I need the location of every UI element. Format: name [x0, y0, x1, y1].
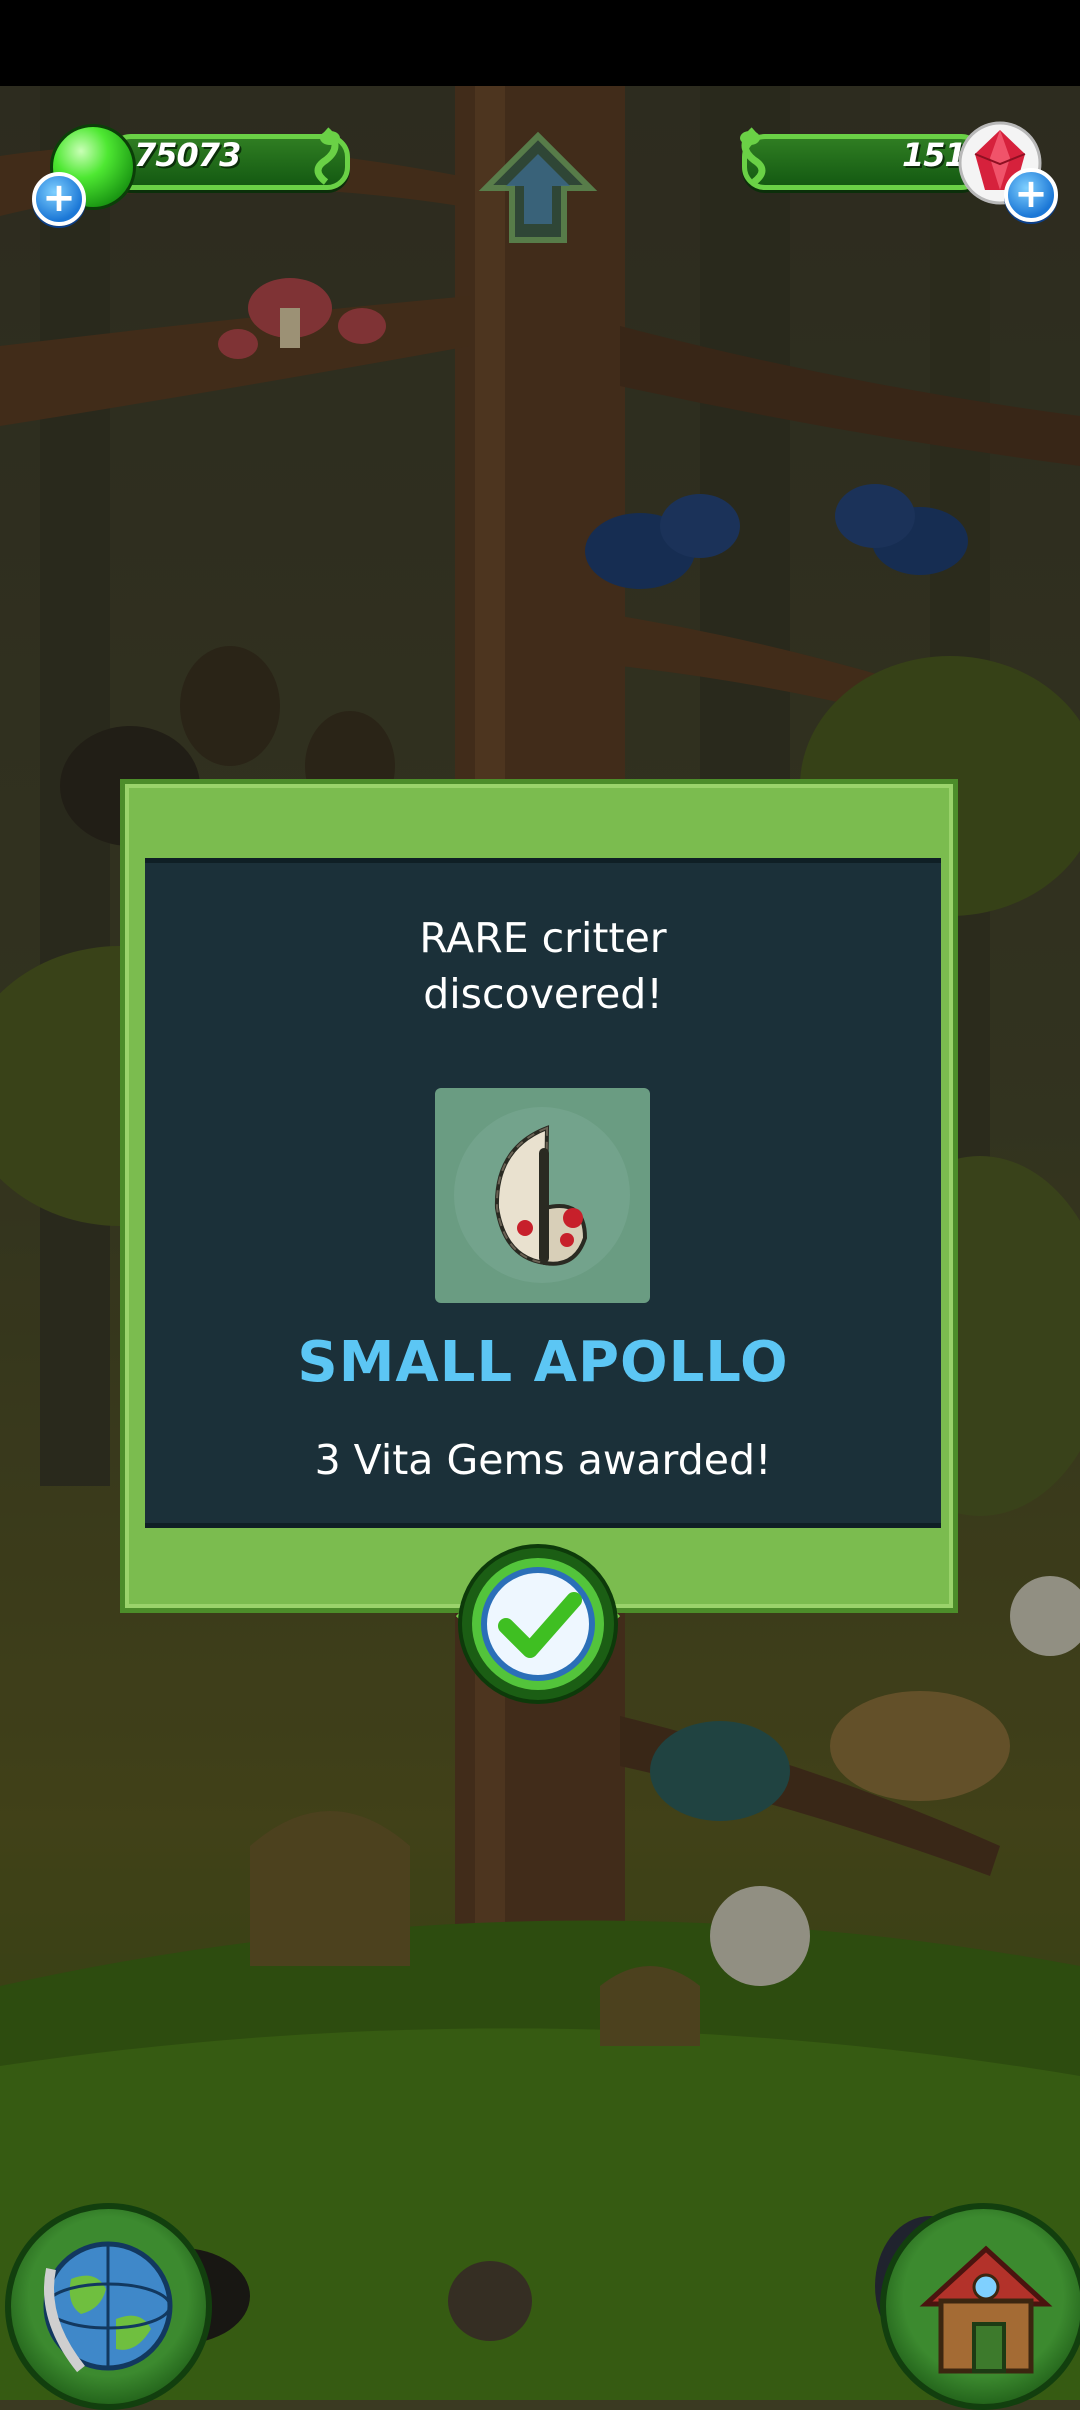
plus-icon: + — [42, 175, 76, 221]
critter-name: SMALL APOLLO — [297, 1330, 789, 1395]
jelly-count: 75073 — [134, 136, 241, 174]
vine-icon — [314, 127, 340, 185]
add-jelly-button[interactable]: + — [32, 172, 86, 226]
home-button[interactable] — [880, 2203, 1080, 2410]
globe-icon — [43, 2241, 173, 2373]
confirm-button[interactable] — [448, 1534, 628, 1714]
home-arrow-icon[interactable] — [478, 128, 598, 248]
plus-icon: + — [1014, 171, 1048, 217]
map-button[interactable] — [5, 2203, 212, 2410]
house-icon — [919, 2245, 1053, 2374]
small-apollo-butterfly-icon — [454, 1107, 630, 1283]
critter-card — [435, 1088, 650, 1303]
dialog-title: RARE critter discovered! — [145, 910, 941, 1022]
add-gems-button[interactable]: + — [1004, 168, 1058, 222]
dialog-title-text: RARE critter discovered! — [419, 914, 667, 1018]
system-status-bar — [0, 0, 1080, 86]
vine-icon — [740, 127, 766, 185]
reward-text: 3 Vita Gems awarded! — [314, 1436, 772, 1484]
